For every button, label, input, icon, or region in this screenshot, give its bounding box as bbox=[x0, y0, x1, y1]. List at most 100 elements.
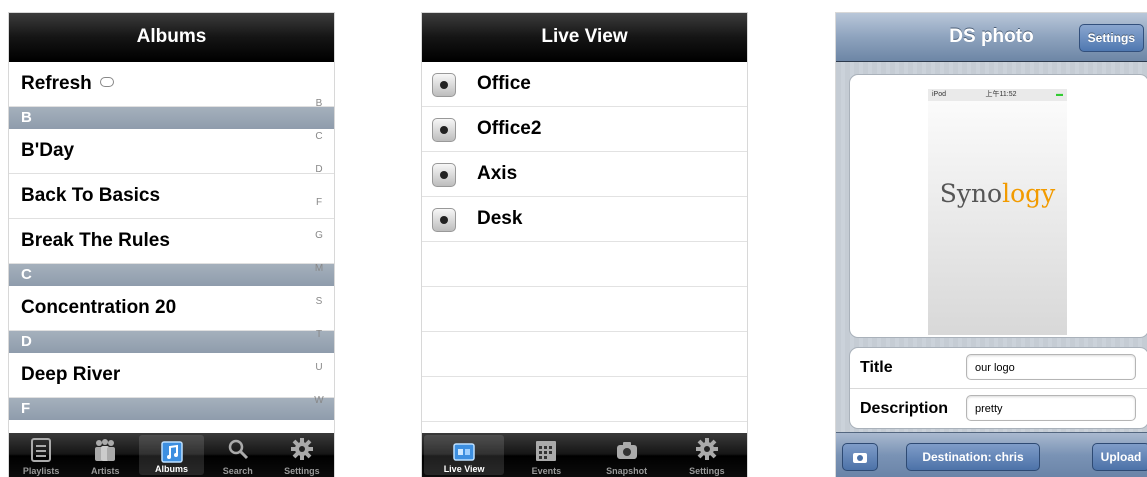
photo-info-form: Title our logo Description pretty bbox=[849, 347, 1147, 429]
camera-name: Axis bbox=[477, 163, 518, 184]
section-index[interactable]: B C D F G M S T U W bbox=[312, 98, 326, 428]
empty-row bbox=[422, 287, 747, 332]
ds-photo-title: DS photo bbox=[949, 26, 1034, 47]
albums-navbar: Albums bbox=[9, 13, 334, 62]
settings-button[interactable]: Settings bbox=[1078, 24, 1144, 52]
albums-icon bbox=[160, 441, 183, 463]
empty-row bbox=[422, 242, 747, 287]
tab-events[interactable]: Events bbox=[506, 433, 586, 477]
album-row[interactable]: Concentration 20 bbox=[9, 286, 334, 331]
tab-settings[interactable]: Settings bbox=[270, 433, 334, 477]
logo-accent-text: logy bbox=[1002, 179, 1056, 208]
tab-label: Settings bbox=[284, 466, 320, 476]
tab-settings[interactable]: Settings bbox=[667, 433, 747, 477]
tab-search[interactable]: Search bbox=[206, 433, 270, 477]
title-row: Title our logo bbox=[850, 348, 1147, 389]
albums-list: Refresh B B'Day Back To Basics Break The… bbox=[9, 62, 334, 420]
live-view-icon bbox=[453, 443, 475, 461]
index-letter[interactable]: G bbox=[312, 230, 326, 263]
logo-text: Syno bbox=[939, 179, 1003, 208]
empty-row bbox=[422, 332, 747, 377]
tab-live-view[interactable]: Live View bbox=[424, 435, 505, 475]
description-field[interactable]: pretty bbox=[966, 395, 1136, 421]
section-header-f: F bbox=[9, 398, 334, 420]
live-view-tabbar: Live View Events Snapshot Settings bbox=[422, 433, 747, 477]
index-letter[interactable]: B bbox=[312, 98, 326, 131]
empty-row bbox=[422, 377, 747, 422]
tab-snapshot[interactable]: Snapshot bbox=[587, 433, 667, 477]
ds-photo-toolbar: Destination: chris Upload bbox=[836, 432, 1147, 477]
tab-label: Albums bbox=[155, 464, 189, 474]
playlist-icon bbox=[31, 438, 52, 462]
repeat-icon bbox=[99, 76, 114, 87]
index-letter[interactable]: W bbox=[312, 395, 326, 428]
refresh-row[interactable]: Refresh bbox=[9, 62, 334, 107]
camera-icon bbox=[432, 73, 456, 97]
index-letter[interactable]: C bbox=[312, 131, 326, 164]
upload-button[interactable]: Upload bbox=[1092, 443, 1147, 471]
camera-name: Desk bbox=[477, 208, 523, 229]
battery-icon: ▬ bbox=[1055, 91, 1063, 98]
title-field[interactable]: our logo bbox=[966, 354, 1136, 380]
preview-status-bar: iPod 上午11:52 ▬ bbox=[928, 89, 1067, 101]
tab-playlists[interactable]: Playlists bbox=[9, 433, 73, 477]
camera-row[interactable]: Axis bbox=[422, 152, 747, 197]
tab-label: Settings bbox=[689, 466, 725, 476]
photo-preview-card: iPod 上午11:52 ▬ Synology bbox=[849, 74, 1147, 338]
camera-button[interactable] bbox=[842, 443, 878, 471]
preview-carrier: iPod bbox=[932, 91, 947, 98]
camera-row[interactable]: Office2 bbox=[422, 107, 747, 152]
index-letter[interactable]: S bbox=[312, 296, 326, 329]
albums-screen: Albums Refresh B B'Day Back To Basics Br… bbox=[9, 13, 334, 477]
camera-icon bbox=[432, 163, 456, 187]
camera-icon bbox=[432, 208, 456, 232]
camera-row[interactable]: Office bbox=[422, 62, 747, 107]
live-view-screen: Live View Office Office2 Axis Desk Live … bbox=[422, 13, 747, 477]
camera-name: Office bbox=[477, 73, 531, 94]
artists-icon bbox=[95, 439, 116, 461]
camera-list: Office Office2 Axis Desk bbox=[422, 62, 747, 422]
tab-albums[interactable]: Albums bbox=[139, 435, 204, 475]
preview-time: 上午11:52 bbox=[985, 91, 1017, 98]
search-icon bbox=[228, 439, 248, 460]
gear-icon bbox=[290, 438, 313, 460]
tab-label: Live View bbox=[443, 464, 485, 474]
tab-label: Artists bbox=[91, 466, 120, 476]
section-header-d: D bbox=[9, 331, 334, 353]
refresh-label: Refresh bbox=[21, 73, 92, 94]
section-header-c: C bbox=[9, 264, 334, 286]
calendar-icon bbox=[536, 441, 557, 461]
index-letter[interactable]: F bbox=[312, 197, 326, 230]
section-header-b: B bbox=[9, 107, 334, 129]
index-letter[interactable]: U bbox=[312, 362, 326, 395]
tab-label: Snapshot bbox=[606, 466, 648, 476]
photo-preview[interactable]: iPod 上午11:52 ▬ Synology bbox=[928, 89, 1067, 335]
camera-icon bbox=[616, 442, 637, 459]
description-row: Description pretty bbox=[850, 389, 1147, 429]
tab-label: Search bbox=[222, 466, 253, 476]
album-row[interactable]: Deep River bbox=[9, 353, 334, 398]
tab-artists[interactable]: Artists bbox=[73, 433, 137, 477]
tab-label: Playlists bbox=[22, 466, 60, 476]
camera-name: Office2 bbox=[477, 118, 542, 139]
tab-label: Events bbox=[531, 466, 562, 476]
camera-icon bbox=[853, 452, 867, 463]
album-row[interactable]: Back To Basics bbox=[9, 174, 334, 219]
synology-logo: Synology bbox=[928, 179, 1067, 208]
albums-title: Albums bbox=[136, 26, 207, 47]
album-row[interactable]: B'Day bbox=[9, 129, 334, 174]
ds-photo-screen: DS photo Settings iPod 上午11:52 ▬ Synolog… bbox=[836, 13, 1147, 477]
albums-tabbar: Playlists Artists Albums Search Settings bbox=[9, 433, 334, 477]
camera-row[interactable]: Desk bbox=[422, 197, 747, 242]
index-letter[interactable]: M bbox=[312, 263, 326, 296]
description-label: Description bbox=[860, 400, 949, 417]
ds-photo-navbar: DS photo Settings bbox=[836, 13, 1147, 62]
camera-icon bbox=[432, 118, 456, 142]
destination-button[interactable]: Destination: chris bbox=[906, 443, 1040, 471]
index-letter[interactable]: T bbox=[312, 329, 326, 362]
live-view-title: Live View bbox=[541, 26, 628, 47]
index-letter[interactable]: D bbox=[312, 164, 326, 197]
album-row[interactable]: Break The Rules bbox=[9, 219, 334, 264]
live-view-navbar: Live View bbox=[422, 13, 747, 62]
gear-icon bbox=[695, 438, 718, 460]
